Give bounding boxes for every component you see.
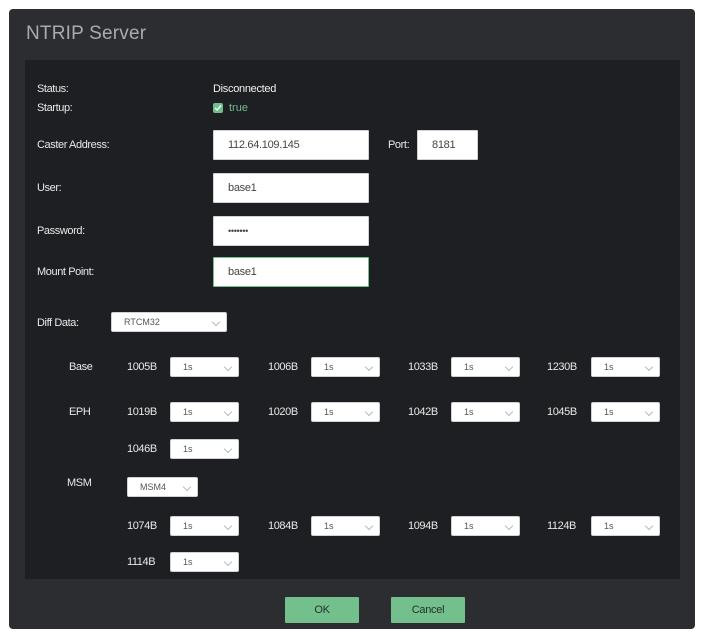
startup-checkbox[interactable]	[213, 103, 223, 113]
chevron-down-icon	[223, 407, 233, 417]
rate-value: 1s	[604, 362, 614, 372]
msm-group-label: MSM	[67, 477, 92, 489]
status-value: Disconnected	[213, 83, 277, 95]
chevron-down-icon	[644, 407, 654, 417]
message-rate-select[interactable]: 1s	[451, 516, 520, 536]
diff-data-value: RTCM32	[124, 317, 160, 327]
message-id-label: 1006B	[268, 361, 298, 373]
rate-value: 1s	[324, 407, 334, 417]
msm-type-select[interactable]: MSM4	[127, 477, 198, 497]
message-id-label: 1019B	[127, 406, 157, 418]
cancel-button[interactable]: Cancel	[391, 597, 465, 623]
chevron-down-icon	[223, 557, 233, 567]
user-label: User:	[37, 182, 62, 194]
chevron-down-icon	[223, 362, 233, 372]
message-id-label: 1124B	[547, 520, 576, 532]
message-rate-select[interactable]: 1s	[591, 516, 660, 536]
message-id-label: 1114B	[127, 556, 156, 568]
rate-value: 1s	[183, 557, 193, 567]
mount-point-input[interactable]: base1	[213, 257, 369, 287]
message-rate-select[interactable]: 1s	[170, 552, 239, 572]
rate-value: 1s	[324, 362, 334, 372]
user-input[interactable]: base1	[213, 173, 369, 203]
status-label: Status:	[37, 83, 69, 95]
chevron-down-icon	[364, 407, 374, 417]
mount-point-label: Mount Point:	[37, 266, 94, 278]
message-id-label: 1045B	[547, 406, 577, 418]
rate-value: 1s	[183, 521, 193, 531]
message-rate-select[interactable]: 1s	[170, 516, 239, 536]
base-group-label: Base	[69, 361, 93, 373]
message-id-label: 1005B	[127, 361, 157, 373]
caster-address-input[interactable]: 112.64.109.145	[213, 130, 369, 160]
password-label: Password:	[37, 225, 85, 237]
chevron-down-icon	[644, 521, 654, 531]
chevron-down-icon	[364, 362, 374, 372]
message-id-label: 1094B	[408, 520, 438, 532]
chevron-down-icon	[223, 444, 233, 454]
message-rate-select[interactable]: 1s	[591, 357, 660, 377]
message-id-label: 1033B	[408, 361, 438, 373]
rate-value: 1s	[604, 407, 614, 417]
eph-group-label: EPH	[69, 406, 91, 418]
rate-value: 1s	[183, 362, 193, 372]
message-rate-select[interactable]: 1s	[451, 357, 520, 377]
message-rate-select[interactable]: 1s	[170, 357, 239, 377]
chevron-down-icon	[364, 521, 374, 531]
message-id-label: 1046B	[127, 443, 157, 455]
message-id-label: 1084B	[268, 520, 298, 532]
message-rate-select[interactable]: 1s	[170, 402, 239, 422]
message-rate-select[interactable]: 1s	[311, 357, 380, 377]
port-input[interactable]: 8181	[417, 130, 478, 160]
chevron-down-icon	[644, 362, 654, 372]
check-icon	[214, 105, 222, 112]
chevron-down-icon	[504, 362, 514, 372]
message-id-label: 1230B	[547, 361, 577, 373]
chevron-down-icon	[504, 521, 514, 531]
rate-value: 1s	[464, 407, 474, 417]
chevron-down-icon	[504, 407, 514, 417]
message-rate-select[interactable]: 1s	[170, 439, 239, 459]
rate-value: 1s	[604, 521, 614, 531]
rate-value: 1s	[324, 521, 334, 531]
rate-value: 1s	[183, 444, 193, 454]
ntrip-server-dialog: NTRIP Server Status: Disconnected Startu…	[9, 9, 695, 629]
msm-type-value: MSM4	[140, 482, 167, 492]
message-rate-select[interactable]: 1s	[451, 402, 520, 422]
port-label: Port:	[388, 139, 410, 151]
message-id-label: 1042B	[408, 406, 438, 418]
ok-button[interactable]: OK	[285, 597, 359, 623]
message-rate-select[interactable]: 1s	[311, 516, 380, 536]
settings-panel: Status: Disconnected Startup: true Caste…	[25, 60, 680, 579]
rate-value: 1s	[183, 407, 193, 417]
startup-value: true	[229, 102, 248, 114]
chevron-down-icon	[182, 482, 192, 492]
message-rate-select[interactable]: 1s	[591, 402, 660, 422]
diff-data-select[interactable]: RTCM32	[111, 312, 227, 332]
message-rate-select[interactable]: 1s	[311, 402, 380, 422]
chevron-down-icon	[223, 521, 233, 531]
dialog-title: NTRIP Server	[26, 23, 147, 44]
rate-value: 1s	[464, 362, 474, 372]
chevron-down-icon	[211, 317, 221, 327]
password-input[interactable]: •••••••	[213, 216, 369, 246]
diff-data-label: Diff Data:	[37, 317, 79, 329]
startup-label: Startup:	[37, 102, 73, 114]
message-id-label: 1020B	[268, 406, 298, 418]
message-id-label: 1074B	[127, 520, 157, 532]
rate-value: 1s	[464, 521, 474, 531]
caster-address-label: Caster Address:	[37, 139, 110, 151]
